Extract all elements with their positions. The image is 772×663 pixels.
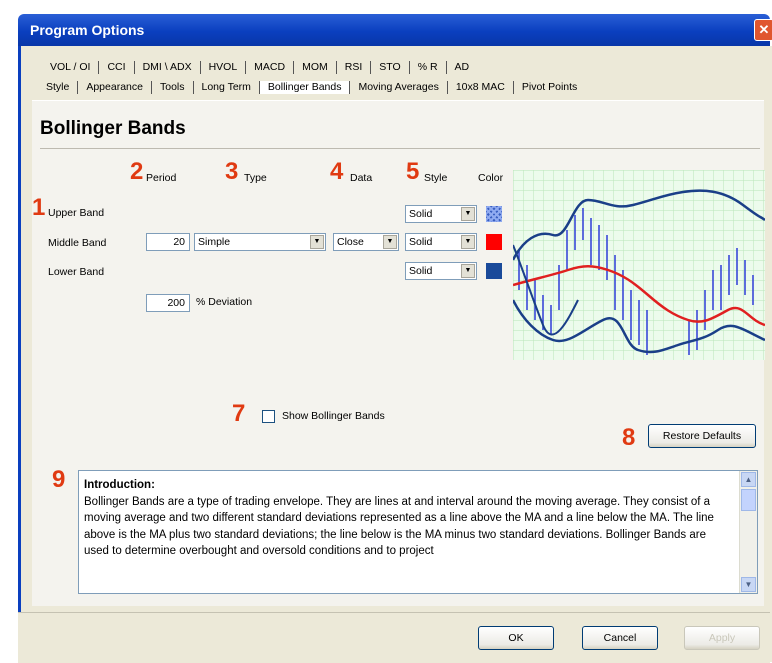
page-title: Bollinger Bands	[40, 118, 186, 139]
callout-3: 3	[225, 158, 239, 185]
chevron-down-icon: ▼	[461, 235, 475, 249]
tab-row-1: VOL / OI CCI DMI \ ADX HVOL MACD MOM RSI STO% R…	[42, 58, 477, 76]
type-select[interactable]: Simple ▼	[194, 233, 326, 251]
apply-button[interactable]: Apply	[684, 626, 760, 650]
tab-rsi[interactable]: RSI	[337, 60, 372, 74]
cancel-button[interactable]: Cancel	[582, 626, 658, 650]
tab-appearance[interactable]: Appearance	[78, 80, 152, 94]
description-title: Introduction:	[84, 479, 155, 491]
restore-defaults-button[interactable]: Restore Defaults	[648, 424, 756, 448]
chevron-down-icon: ▼	[310, 235, 324, 249]
lower-color-swatch[interactable]	[486, 263, 502, 279]
tab-pivot-points[interactable]: Pivot Points	[514, 81, 585, 94]
data-select[interactable]: Close ▼	[333, 233, 399, 251]
description-scrollbar[interactable]: ▲ ▼	[739, 471, 757, 593]
tab-long-term[interactable]: Long Term	[194, 80, 260, 94]
middle-color-swatch[interactable]	[486, 234, 502, 250]
tab-cci[interactable]: CCI	[99, 60, 135, 74]
scroll-down-icon[interactable]: ▼	[741, 577, 756, 592]
period-input[interactable]: 20	[146, 233, 190, 251]
tab-bollinger-bands[interactable]: Bollinger Bands	[259, 80, 351, 94]
tab-row-2: Style Appearance Tools Long Term Bollinger B…	[38, 78, 585, 96]
show-bands-label: Show Bollinger Bands	[282, 410, 385, 422]
tab-style[interactable]: Style	[38, 80, 79, 94]
callout-5: 5	[406, 158, 420, 185]
chevron-down-icon: ▼	[461, 264, 475, 278]
tab-vol-oi[interactable]: VOL / OI	[42, 60, 100, 74]
tab-moving-averages[interactable]: Moving Averages	[350, 80, 448, 94]
show-bands-checkbox[interactable]	[262, 410, 275, 423]
tab-ad[interactable]: AD	[447, 61, 478, 74]
chevron-down-icon: ▼	[383, 235, 397, 249]
tab-hvol[interactable]: HVOL	[201, 60, 247, 74]
lower-style-select[interactable]: Solid ▼	[405, 262, 477, 280]
deviation-label: % Deviation	[196, 296, 253, 308]
upper-style-select[interactable]: Solid ▼	[405, 205, 477, 223]
callout-8: 8	[622, 424, 636, 451]
scroll-up-icon[interactable]: ▲	[741, 472, 756, 487]
tab-10x8-mac[interactable]: 10x8 MAC	[448, 80, 514, 94]
upper-band-label: Upper Band	[48, 207, 105, 219]
middle-band-label: Middle Band	[48, 237, 107, 249]
upper-style-value: Solid	[409, 208, 433, 220]
middle-style-value: Solid	[409, 236, 433, 248]
tab-mom[interactable]: MOM	[294, 60, 337, 74]
tab-sto[interactable]: STO	[371, 60, 410, 74]
lower-band-label: Lower Band	[48, 266, 105, 278]
type-value: Simple	[198, 236, 231, 248]
scroll-thumb[interactable]	[741, 489, 756, 511]
window-title: Program Options	[30, 22, 145, 38]
column-data: Data	[350, 172, 373, 184]
title-bar: Program Options ✕	[18, 14, 772, 46]
callout-2: 2	[130, 158, 144, 185]
description-body: Bollinger Bands are a type of trading en…	[84, 495, 714, 558]
callout-1: 1	[32, 194, 46, 221]
callout-4: 4	[330, 158, 344, 185]
ok-button[interactable]: OK	[478, 626, 554, 650]
lower-style-value: Solid	[409, 265, 433, 277]
tab-r[interactable]: % R	[410, 60, 447, 74]
callout-9: 9	[52, 466, 66, 493]
tab-dmi-adx[interactable]: DMI \ ADX	[135, 60, 201, 74]
middle-style-select[interactable]: Solid ▼	[405, 233, 477, 251]
deviation-input[interactable]: 200	[146, 294, 190, 312]
column-period: Period	[146, 172, 177, 184]
bollinger-preview-chart	[511, 170, 766, 360]
chevron-down-icon: ▼	[461, 207, 475, 221]
tab-macd[interactable]: MACD	[246, 60, 295, 74]
close-button[interactable]: ✕	[754, 19, 772, 41]
column-type: Type	[244, 172, 267, 184]
heading-divider	[40, 148, 760, 149]
data-value: Close	[337, 236, 364, 248]
upper-color-swatch[interactable]	[486, 206, 502, 222]
column-style: Style	[424, 172, 448, 184]
description-text: Introduction: Bollinger Bands are a type…	[84, 477, 734, 560]
description-textbox[interactable]: Introduction: Bollinger Bands are a type…	[78, 470, 758, 594]
callout-7: 7	[232, 400, 246, 427]
tab-tools[interactable]: Tools	[152, 80, 194, 94]
column-color: Color	[478, 172, 504, 184]
